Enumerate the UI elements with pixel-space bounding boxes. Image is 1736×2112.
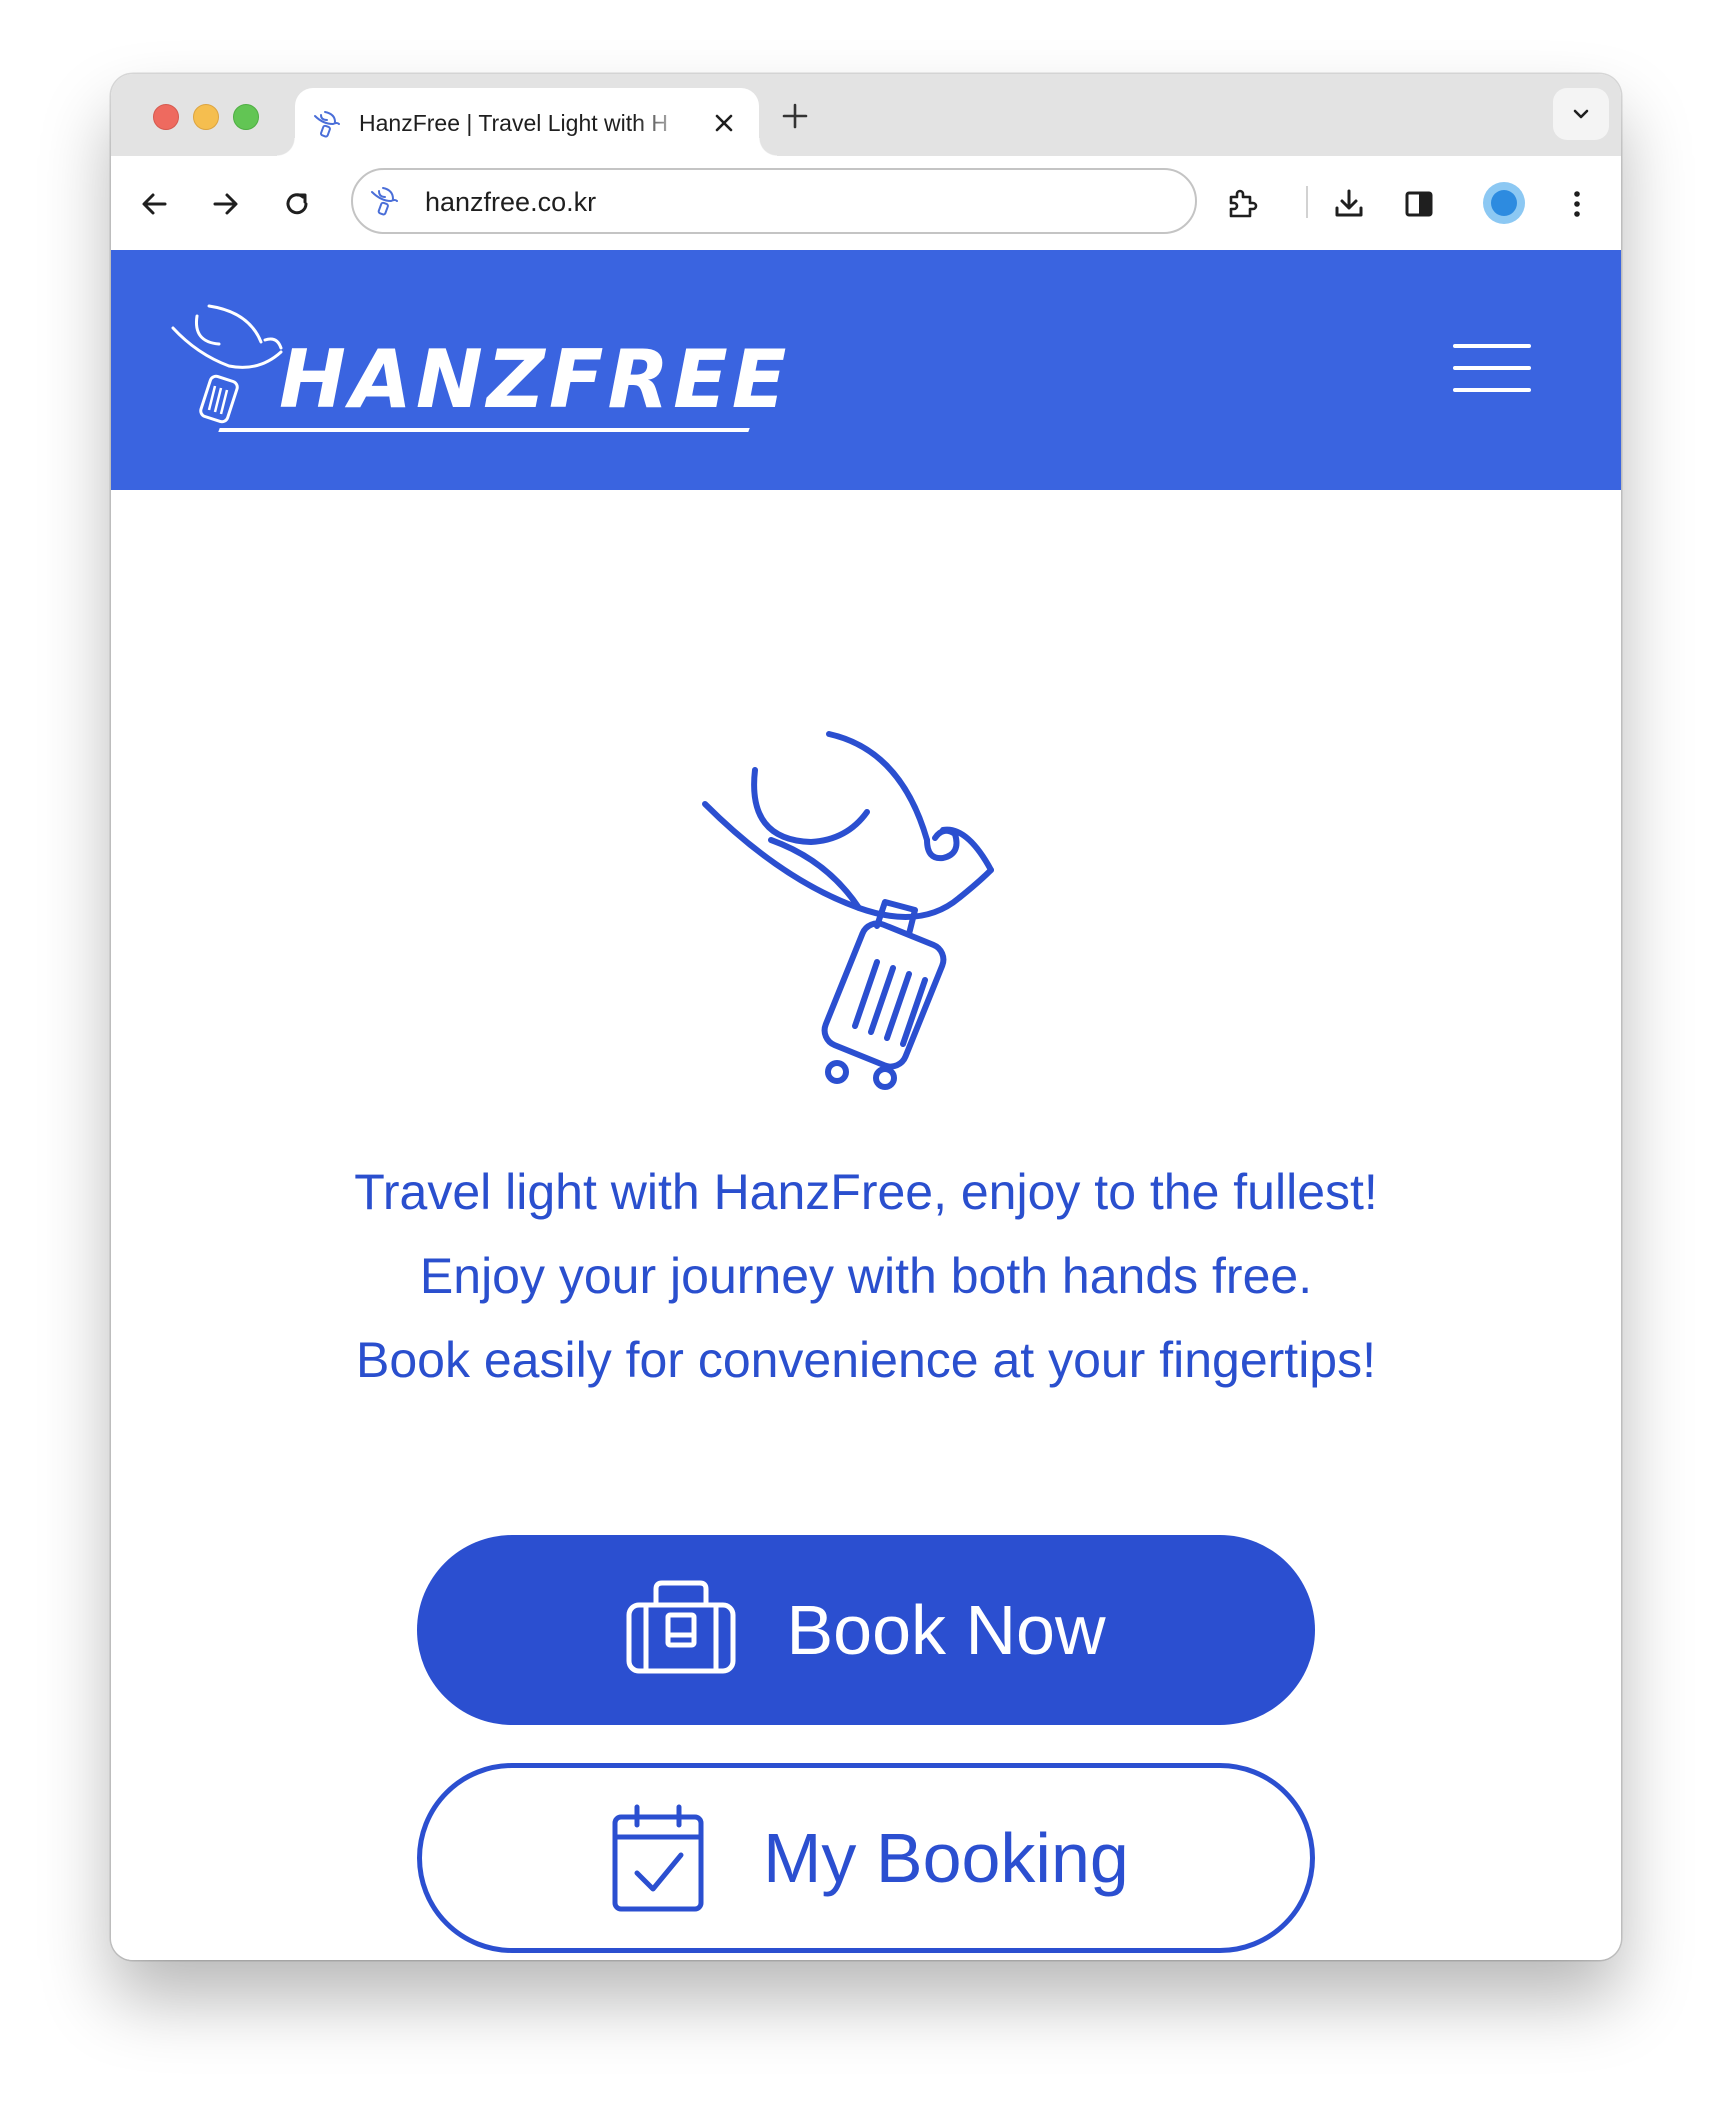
hanzfree-logo-bird-icon [171, 304, 283, 424]
tab-strip: HanzFree | Travel Light with H [111, 74, 1621, 158]
my-booking-label: My Booking [763, 1819, 1129, 1897]
logo-text: HANZFREE [279, 333, 791, 426]
tagline-line-2: Enjoy your journey with both hands free. [419, 1248, 1313, 1304]
toolbar-separator [1306, 186, 1308, 218]
tagline: Travel light with HanzFree, enjoy to the… [111, 1150, 1621, 1402]
bird-carrying-suitcase-icon [702, 731, 994, 1090]
browser-tab-active[interactable]: HanzFree | Travel Light with H [277, 88, 777, 158]
url-text: hanzfree.co.kr [425, 187, 597, 217]
close-window-button[interactable] [153, 104, 179, 130]
calendar-check-icon [612, 1804, 704, 1912]
tagline-line-1: Travel light with HanzFree, enjoy to the… [354, 1164, 1378, 1220]
browser-toolbar: hanzfree.co.kr [111, 156, 1621, 253]
profile-avatar-icon[interactable] [1483, 182, 1525, 224]
hamburger-icon[interactable] [1453, 344, 1531, 394]
arrow-left-icon[interactable] [137, 186, 173, 222]
side-panel-icon[interactable] [1401, 186, 1437, 222]
arrow-right-icon[interactable] [207, 186, 243, 222]
puzzle-icon[interactable] [1225, 186, 1261, 222]
browser-window: HanzFree | Travel Light with H hanzfree.… [111, 74, 1621, 1960]
site-header: HANZFREE [111, 250, 1621, 490]
minimize-window-button[interactable] [193, 104, 219, 130]
kebab-menu-icon[interactable] [1559, 186, 1595, 222]
new-tab-plus-icon[interactable] [781, 102, 809, 130]
luggage-icon [626, 1580, 736, 1674]
hanzfree-favicon-icon [371, 187, 398, 216]
chevron-down-icon [1573, 109, 1589, 119]
hanzfree-favicon-icon [314, 111, 340, 138]
tab-title: HanzFree | Travel Light with H [359, 110, 668, 136]
book-now-button[interactable]: Book Now [417, 1535, 1315, 1725]
download-icon[interactable] [1331, 186, 1367, 222]
book-now-label: Book Now [786, 1591, 1106, 1669]
maximize-window-button[interactable] [233, 104, 259, 130]
reload-icon[interactable] [279, 186, 315, 222]
tagline-line-3: Book easily for convenience at your fing… [356, 1332, 1376, 1388]
main-content: Travel light with HanzFree, enjoy to the… [111, 490, 1621, 1960]
address-bar[interactable]: hanzfree.co.kr [351, 168, 1197, 234]
tab-search-button[interactable] [1553, 88, 1609, 140]
logo-underline [218, 428, 750, 432]
close-tab-icon[interactable] [711, 110, 737, 136]
my-booking-button[interactable]: My Booking [417, 1763, 1315, 1953]
